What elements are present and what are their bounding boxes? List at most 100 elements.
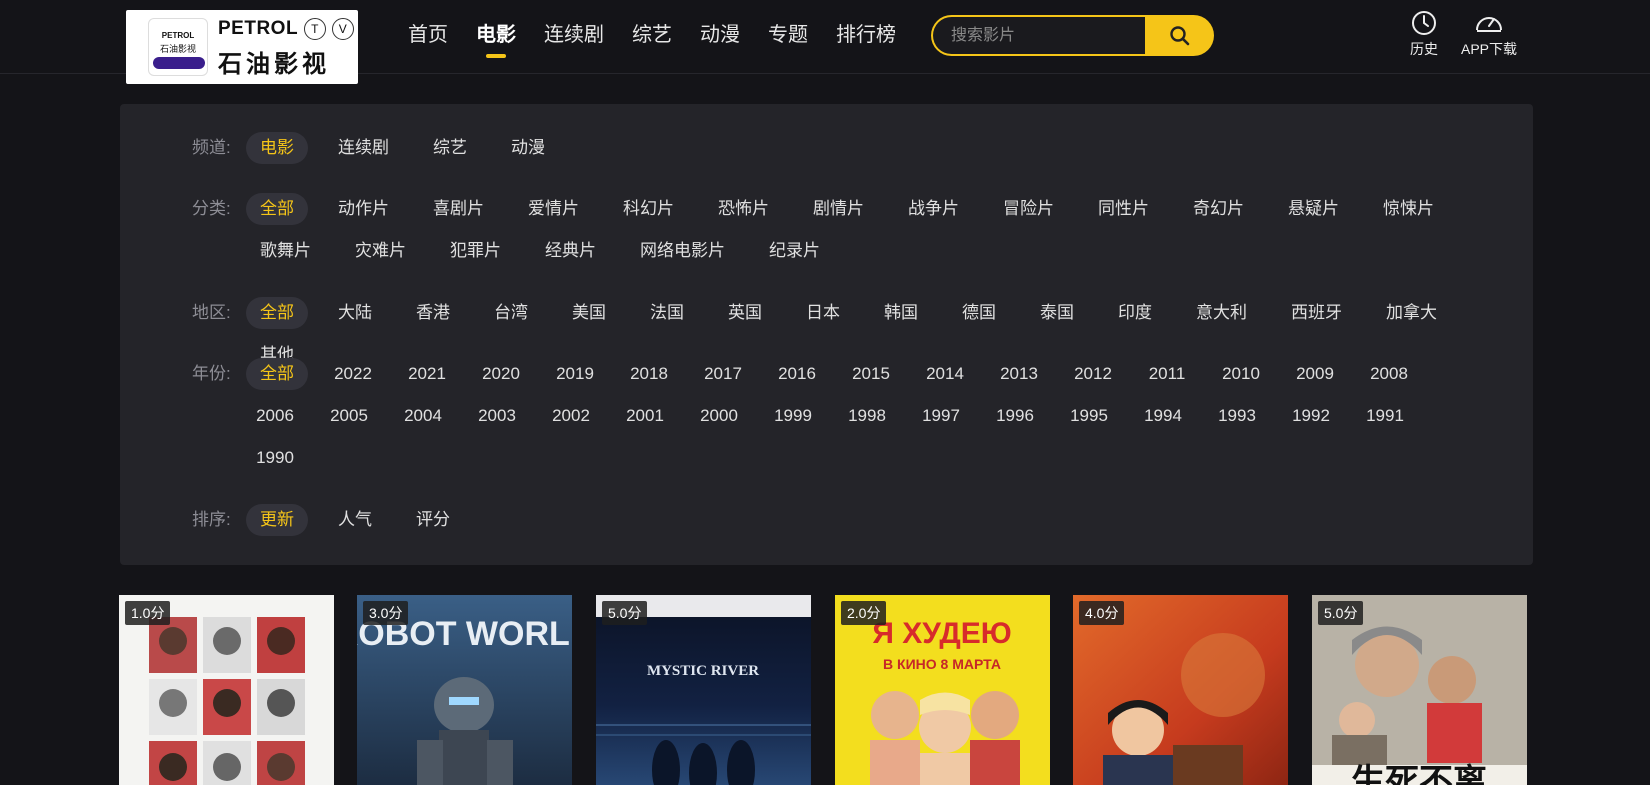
filter-option[interactable]: 更新 bbox=[246, 504, 308, 536]
filter-option[interactable]: 2011 bbox=[1138, 358, 1196, 390]
filter-option[interactable]: 电影 bbox=[246, 132, 308, 164]
filter-option[interactable]: 全部 bbox=[246, 358, 308, 390]
filter-option[interactable]: 美国 bbox=[558, 297, 620, 329]
filter-option[interactable]: 2021 bbox=[398, 358, 456, 390]
filter-option[interactable]: 冒险片 bbox=[989, 193, 1068, 225]
filter-option[interactable]: 1993 bbox=[1208, 400, 1266, 432]
filter-option[interactable]: 2004 bbox=[394, 400, 452, 432]
filter-option[interactable]: 爱情片 bbox=[514, 193, 593, 225]
search-input[interactable] bbox=[931, 15, 1147, 56]
filter-option[interactable]: 2010 bbox=[1212, 358, 1270, 390]
filter-option[interactable]: 2013 bbox=[990, 358, 1048, 390]
filter-option[interactable]: 犯罪片 bbox=[436, 235, 515, 267]
filter-option[interactable]: 悬疑片 bbox=[1274, 193, 1353, 225]
filter-option[interactable]: 动作片 bbox=[324, 193, 403, 225]
filter-option[interactable]: 2019 bbox=[546, 358, 604, 390]
filter-option[interactable]: 2018 bbox=[620, 358, 678, 390]
logo-cn-name: 石油影视 bbox=[218, 49, 330, 78]
filter-option[interactable]: 连续剧 bbox=[324, 132, 403, 164]
poster-title-6: 生死不离 bbox=[1351, 762, 1487, 785]
filter-option[interactable]: 1994 bbox=[1134, 400, 1192, 432]
nav-item-5[interactable]: 专题 bbox=[768, 20, 808, 56]
filter-option[interactable]: 大陆 bbox=[324, 297, 386, 329]
filter-option[interactable]: 加拿大 bbox=[1372, 297, 1451, 329]
clock-icon bbox=[1412, 11, 1436, 35]
filter-option[interactable]: 2002 bbox=[542, 400, 600, 432]
logo-brand-name: PETROL bbox=[218, 18, 299, 39]
filter-option[interactable]: 评分 bbox=[402, 504, 464, 536]
filter-option[interactable]: 2022 bbox=[324, 358, 382, 390]
filter-option[interactable]: 1990 bbox=[246, 442, 304, 474]
filter-option[interactable]: 1996 bbox=[986, 400, 1044, 432]
filter-option[interactable]: 1992 bbox=[1282, 400, 1340, 432]
filter-option[interactable]: 动漫 bbox=[497, 132, 559, 164]
nav-item-2[interactable]: 连续剧 bbox=[544, 20, 604, 56]
filter-option[interactable]: 1998 bbox=[838, 400, 896, 432]
filter-options-sort: 更新 人气 评分 bbox=[246, 504, 1486, 546]
nav-item-6[interactable]: 排行榜 bbox=[836, 20, 896, 56]
filter-option[interactable]: 2006 bbox=[246, 400, 304, 432]
filter-option[interactable]: 奇幻片 bbox=[1179, 193, 1258, 225]
movie-card-2[interactable]: ROBOT WORLD 3.0分 bbox=[357, 595, 572, 785]
filter-option[interactable]: 韩国 bbox=[870, 297, 932, 329]
movie-card-3[interactable]: MYSTIC RIVER 5.0分 bbox=[596, 595, 811, 785]
movie-card-4[interactable]: Я ХУДЕЮ В КИНО 8 МАРТА 2.0分 bbox=[835, 595, 1050, 785]
filter-option[interactable]: 同性片 bbox=[1084, 193, 1163, 225]
filter-option[interactable]: 剧情片 bbox=[799, 193, 878, 225]
movie-card-1[interactable]: 1.0分 bbox=[119, 595, 334, 785]
filter-option[interactable]: 2008 bbox=[1360, 358, 1418, 390]
filter-option[interactable]: 2005 bbox=[320, 400, 378, 432]
filter-option[interactable]: 2020 bbox=[472, 358, 530, 390]
filter-row-channel: 频道: 电影 连续剧 综艺 动漫 bbox=[192, 132, 1486, 174]
filter-option[interactable]: 惊悚片 bbox=[1369, 193, 1448, 225]
history-button[interactable]: 历史 bbox=[1410, 10, 1438, 59]
app-download-button[interactable]: APP下载 bbox=[1461, 10, 1517, 59]
site-logo[interactable]: PETROL 石油影视 PETROL T V 石油影视 bbox=[126, 10, 358, 84]
movie-card-5[interactable]: 4.0分 bbox=[1073, 595, 1288, 785]
filter-option[interactable]: 综艺 bbox=[419, 132, 481, 164]
filter-option[interactable]: 网络电影片 bbox=[626, 235, 739, 267]
nav-item-3[interactable]: 综艺 bbox=[632, 20, 672, 56]
filter-option[interactable]: 1997 bbox=[912, 400, 970, 432]
filter-option[interactable]: 科幻片 bbox=[609, 193, 688, 225]
filter-option[interactable]: 2000 bbox=[690, 400, 748, 432]
filter-option[interactable]: 2009 bbox=[1286, 358, 1344, 390]
filter-option[interactable]: 1999 bbox=[764, 400, 822, 432]
filter-option[interactable]: 西班牙 bbox=[1277, 297, 1356, 329]
filter-option[interactable]: 全部 bbox=[246, 193, 308, 225]
filter-option[interactable]: 2015 bbox=[842, 358, 900, 390]
rating-badge: 3.0分 bbox=[363, 601, 409, 625]
filter-option[interactable]: 2001 bbox=[616, 400, 674, 432]
filter-option[interactable]: 经典片 bbox=[531, 235, 610, 267]
filter-option[interactable]: 印度 bbox=[1104, 297, 1166, 329]
filter-option[interactable]: 1991 bbox=[1356, 400, 1414, 432]
filter-option[interactable]: 香港 bbox=[402, 297, 464, 329]
filter-option[interactable]: 喜剧片 bbox=[419, 193, 498, 225]
filter-option[interactable]: 2016 bbox=[768, 358, 826, 390]
movie-card-6[interactable]: 生死不离 5.0分 bbox=[1312, 595, 1527, 785]
rating-badge: 1.0分 bbox=[125, 601, 171, 625]
filter-option[interactable]: 人气 bbox=[324, 504, 386, 536]
nav-item-0[interactable]: 首页 bbox=[408, 20, 448, 56]
filter-option[interactable]: 台湾 bbox=[480, 297, 542, 329]
filter-option[interactable]: 灾难片 bbox=[341, 235, 420, 267]
filter-option[interactable]: 德国 bbox=[948, 297, 1010, 329]
filter-option[interactable]: 纪录片 bbox=[755, 235, 834, 267]
filter-option[interactable]: 意大利 bbox=[1182, 297, 1261, 329]
nav-item-4[interactable]: 动漫 bbox=[700, 20, 740, 56]
filter-option[interactable]: 歌舞片 bbox=[246, 235, 325, 267]
filter-option[interactable]: 全部 bbox=[246, 297, 308, 329]
filter-option[interactable]: 2017 bbox=[694, 358, 752, 390]
filter-option[interactable]: 2012 bbox=[1064, 358, 1122, 390]
filter-option[interactable]: 泰国 bbox=[1026, 297, 1088, 329]
filter-option[interactable]: 2003 bbox=[468, 400, 526, 432]
filter-option[interactable]: 1995 bbox=[1060, 400, 1118, 432]
filter-option[interactable]: 日本 bbox=[792, 297, 854, 329]
filter-option[interactable]: 2014 bbox=[916, 358, 974, 390]
filter-option[interactable]: 战争片 bbox=[894, 193, 973, 225]
filter-option[interactable]: 英国 bbox=[714, 297, 776, 329]
search-button[interactable] bbox=[1145, 15, 1214, 56]
filter-option[interactable]: 恐怖片 bbox=[704, 193, 783, 225]
nav-item-1[interactable]: 电影 bbox=[476, 20, 516, 58]
filter-option[interactable]: 法国 bbox=[636, 297, 698, 329]
